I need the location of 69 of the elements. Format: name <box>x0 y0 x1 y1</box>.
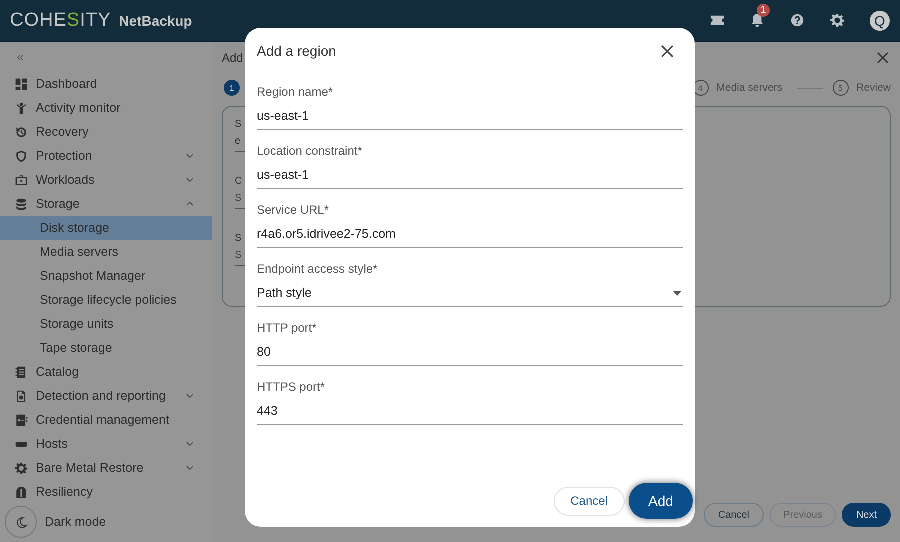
cancel-button[interactable]: Cancel <box>554 486 625 516</box>
sidebar-item[interactable]: Detection and reporting <box>0 384 212 408</box>
sidebar-item[interactable]: Tape storage <box>0 336 212 360</box>
close-icon[interactable] <box>661 44 674 58</box>
input-field[interactable]: us-east-1 <box>257 166 683 189</box>
input-field[interactable]: us-east-1 <box>257 107 683 130</box>
input-field[interactable]: 443 <box>257 402 683 425</box>
nav-icon <box>15 174 28 186</box>
sidebar-item[interactable]: Credential management <box>0 408 212 432</box>
user-avatar[interactable]: Q <box>870 10 890 30</box>
collapse-button[interactable]: « <box>0 42 212 72</box>
moon-icon <box>14 516 28 528</box>
nav-icon <box>15 486 28 498</box>
nav-icon <box>15 78 28 90</box>
sidebar-item[interactable]: Resiliency <box>0 480 212 504</box>
field-label: HTTP port* <box>257 321 318 335</box>
field-label: S <box>235 233 242 244</box>
dark-mode-toggle[interactable] <box>5 506 37 538</box>
product-name: NetBackup <box>119 12 192 28</box>
sidebar-item[interactable]: Protection <box>0 144 212 168</box>
step-number: 5 <box>832 80 849 96</box>
notification-badge: 1 <box>757 4 770 17</box>
field-label: HTTPS port* <box>257 380 326 394</box>
ticket-icon[interactable] <box>710 13 725 28</box>
help-icon[interactable] <box>790 13 805 28</box>
step-number: 1 <box>224 80 240 96</box>
field-label: C <box>235 176 242 187</box>
wizard-button[interactable]: Cancel <box>704 503 764 527</box>
sidebar-item[interactable]: Activity monitor <box>0 96 212 120</box>
field-label: Region name* <box>257 85 334 99</box>
sidebar-item[interactable]: Snapshot Manager <box>0 264 212 288</box>
sidebar-item[interactable]: Storage units <box>0 312 212 336</box>
field-label: S <box>235 119 242 130</box>
nav-icon <box>15 102 28 114</box>
nav-icon <box>15 462 28 474</box>
input-field[interactable]: r4a6.or5.idrivee2-75.com <box>257 225 683 248</box>
wizard-button[interactable]: Next <box>842 503 891 527</box>
sidebar-item[interactable]: Media servers <box>0 240 212 264</box>
sidebar-item[interactable]: Dashboard <box>0 72 212 96</box>
sidebar-item[interactable]: Storage <box>0 192 212 216</box>
sidebar-item[interactable]: Hosts <box>0 432 212 456</box>
nav-icon <box>15 414 28 426</box>
sidebar-item[interactable]: Catalog <box>0 360 212 384</box>
settings-icon[interactable] <box>830 13 845 28</box>
nav-icon <box>15 198 28 210</box>
nav-icon <box>15 390 28 402</box>
field-label: Endpoint access style* <box>257 262 379 276</box>
sidebar-item[interactable]: Disk storage <box>0 216 212 240</box>
close-icon[interactable] <box>877 52 889 64</box>
sidebar-item[interactable]: Bare Metal Restore <box>0 456 212 480</box>
nav-icon <box>15 150 28 162</box>
select-field[interactable]: Path style <box>257 284 683 307</box>
dropdown-arrow-icon[interactable] <box>673 290 682 296</box>
field-label: Service URL* <box>257 203 330 217</box>
dark-mode-label: Dark mode <box>45 515 106 529</box>
sidebar-item[interactable]: Recovery <box>0 120 212 144</box>
sidebar-item[interactable]: Workloads <box>0 168 212 192</box>
dialog-title: Add a region <box>257 43 336 59</box>
step-label: Media servers <box>716 82 783 94</box>
nav-icon <box>15 126 28 138</box>
field-label: Location constraint* <box>257 144 364 158</box>
step-label: Review <box>856 82 891 94</box>
bell-icon[interactable] <box>750 13 765 28</box>
wizard-title: Add <box>222 51 244 65</box>
brand-logo: COHESITY <box>10 10 112 32</box>
nav-icon <box>15 366 28 378</box>
add-button[interactable]: Add <box>629 483 693 519</box>
sidebar-item[interactable]: Storage lifecycle policies <box>0 288 212 312</box>
input-field[interactable]: 80 <box>257 343 683 366</box>
